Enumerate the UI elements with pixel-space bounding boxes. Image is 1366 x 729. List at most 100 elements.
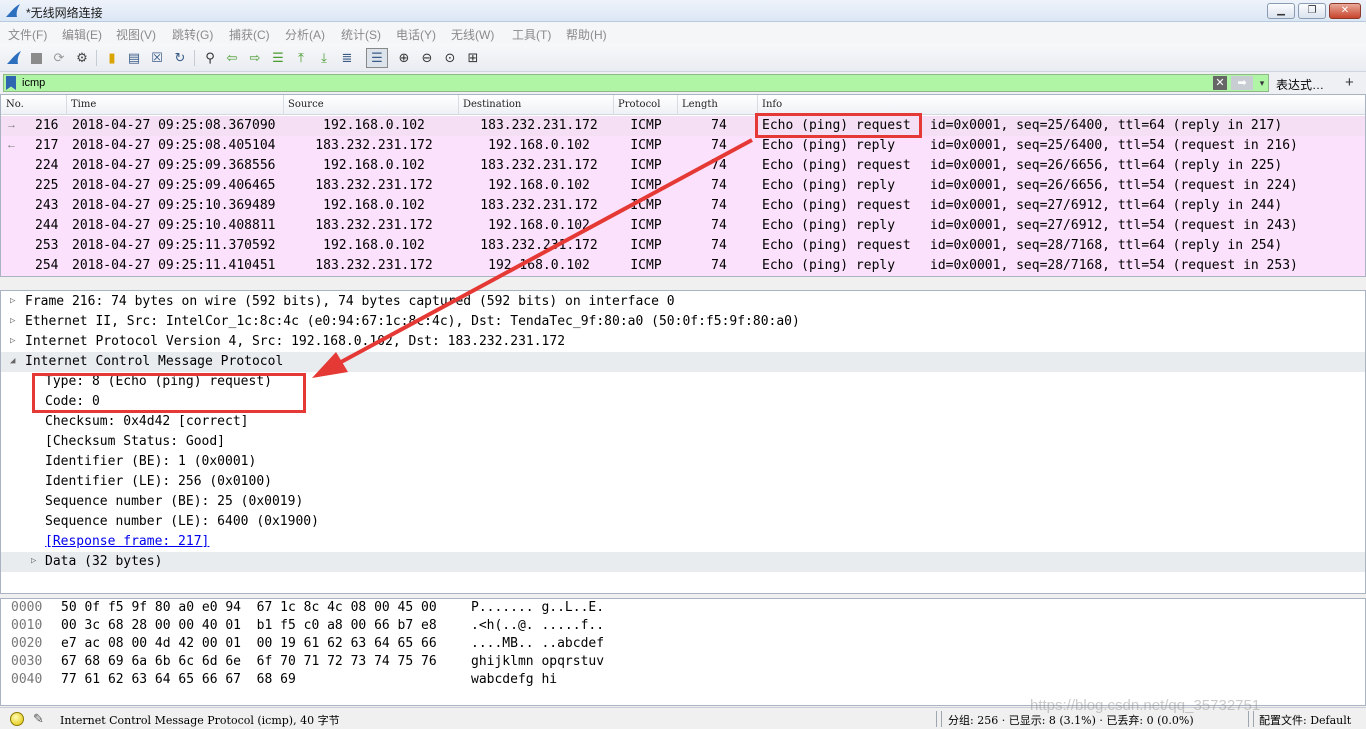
response-frame-link[interactable]: [Response frame: 217] xyxy=(45,534,209,549)
hex-dump-row[interactable]: 0000 50 0f f5 9f 80 a0 e0 94 67 1c 8c 4c … xyxy=(11,600,711,618)
packet-row[interactable]: → 216 2018-04-27 09:25:08.367090 192.168.0.… xyxy=(1,116,1365,136)
column-no[interactable]: No. xyxy=(6,99,24,110)
cell-source: 192.168.0.102 xyxy=(323,198,425,213)
menu-edit[interactable]: 编辑(E) xyxy=(62,26,102,43)
column-divider[interactable] xyxy=(66,95,67,115)
packet-row[interactable]: 244 2018-04-27 09:25:10.408811 183.232.231… xyxy=(1,216,1365,236)
expand-arrow-icon[interactable]: ▷ xyxy=(10,296,15,306)
restart-icon[interactable]: ⟳ xyxy=(51,50,67,66)
cell-info-detail: id=0x0001, seq=25/6400, ttl=54 (request … xyxy=(930,138,1298,153)
field-seq-le[interactable]: Sequence number (LE): 6400 (0x1900) xyxy=(1,512,1365,532)
zoom-out-icon[interactable]: ⊖ xyxy=(419,50,435,66)
packet-row[interactable]: 254 2018-04-27 09:25:11.410451 183.232.231… xyxy=(1,256,1365,276)
detail-text: Ethernet II, Src: IntelCor_1c:8c:4c (e0:… xyxy=(25,314,800,329)
hex-dump-row[interactable]: 0030 67 68 69 6a 6b 6c 6d 6e 6f 70 71 72 … xyxy=(11,654,711,672)
maximize-button[interactable]: ❐ xyxy=(1298,3,1326,19)
tree-ethernet[interactable]: ▷ Ethernet II, Src: IntelCor_1c:8c:4c (e0… xyxy=(1,312,1365,332)
column-divider[interactable] xyxy=(613,95,614,115)
cell-info-type: Echo (ping) reply xyxy=(762,258,896,273)
column-source[interactable]: Source xyxy=(288,99,324,110)
zoom-reset-icon[interactable]: ⊙ xyxy=(442,50,458,66)
close-button[interactable]: ✕ xyxy=(1329,3,1361,19)
resize-columns-icon[interactable]: ⊞ xyxy=(465,50,481,66)
field-response-frame[interactable]: [Response frame: 217] xyxy=(1,532,1365,552)
menu-go[interactable]: 跳转(G) xyxy=(172,26,213,43)
hex-dump-row[interactable]: 0020 e7 ac 08 00 4d 42 00 01 00 19 61 62 … xyxy=(11,636,711,654)
column-divider[interactable] xyxy=(283,95,284,115)
reload-icon[interactable]: ↻ xyxy=(172,50,188,66)
field-seq-be[interactable]: Sequence number (BE): 25 (0x0019) xyxy=(1,492,1365,512)
column-protocol[interactable]: Protocol xyxy=(618,99,660,110)
display-filter-input[interactable] xyxy=(22,75,1202,91)
tree-ipv4[interactable]: ▷ Internet Protocol Version 4, Src: 192.1… xyxy=(1,332,1365,352)
hex-offset: 0020 xyxy=(11,636,43,651)
tree-frame[interactable]: ▷ Frame 216: 74 bytes on wire (592 bits),… xyxy=(1,292,1365,312)
find-icon[interactable]: ⚲ xyxy=(202,50,218,66)
goto-packet-icon[interactable]: ☰ xyxy=(270,50,286,66)
packet-row[interactable]: 253 2018-04-27 09:25:11.370592 192.168.0.1… xyxy=(1,236,1365,256)
close-file-icon[interactable]: ☒ xyxy=(149,50,165,66)
menu-file[interactable]: 文件(F) xyxy=(8,26,47,43)
field-identifier-le[interactable]: Identifier (LE): 256 (0x0100) xyxy=(1,472,1365,492)
menu-tools[interactable]: 工具(T) xyxy=(512,26,551,43)
shark-fin-start-icon[interactable] xyxy=(6,50,22,66)
cell-length: 74 xyxy=(711,238,727,253)
tree-icmp[interactable]: ◢ Internet Control Message Protocol xyxy=(1,352,1365,372)
column-divider[interactable] xyxy=(677,95,678,115)
packet-row[interactable]: ← 217 2018-04-27 09:25:08.405104 183.232.23… xyxy=(1,136,1365,156)
packet-bytes: 0000 50 0f f5 9f 80 a0 e0 94 67 1c 8c 4c … xyxy=(0,598,1366,706)
menu-capture[interactable]: 捕获(C) xyxy=(229,26,270,43)
column-destination[interactable]: Destination xyxy=(463,99,521,110)
tree-data[interactable]: ▷ Data (32 bytes) xyxy=(1,552,1365,572)
toolbar-separator xyxy=(194,50,195,66)
capture-comment-icon[interactable]: ✎ xyxy=(33,711,44,727)
zoom-in-icon[interactable]: ⊕ xyxy=(396,50,412,66)
cell-source: 192.168.0.102 xyxy=(323,118,425,133)
column-time[interactable]: Time xyxy=(71,99,96,110)
forward-icon[interactable]: ⇨ xyxy=(247,50,263,66)
menu-analyze[interactable]: 分析(A) xyxy=(285,26,325,43)
column-divider[interactable] xyxy=(458,95,459,115)
back-icon[interactable]: ⇦ xyxy=(224,50,240,66)
collapse-arrow-icon[interactable]: ◢ xyxy=(10,356,15,366)
cell-protocol: ICMP xyxy=(630,118,662,133)
packet-details: ▷ Frame 216: 74 bytes on wire (592 bits),… xyxy=(0,290,1366,594)
column-info[interactable]: Info xyxy=(762,99,782,110)
save-file-icon[interactable]: ▤ xyxy=(126,50,142,66)
add-filter-button[interactable]: + xyxy=(1345,74,1354,91)
apply-filter-icon[interactable]: ➡ xyxy=(1231,76,1253,90)
column-divider[interactable] xyxy=(757,95,758,115)
packet-row[interactable]: 243 2018-04-27 09:25:10.369489 192.168.0.1… xyxy=(1,196,1365,216)
menu-view[interactable]: 视图(V) xyxy=(116,26,156,43)
open-file-icon[interactable]: ▮ xyxy=(104,50,120,66)
autoscroll-icon[interactable]: ≣ xyxy=(339,50,355,66)
column-length[interactable]: Length xyxy=(682,99,718,110)
menu-help[interactable]: 帮助(H) xyxy=(566,26,607,43)
minimize-button[interactable]: ▁ xyxy=(1267,3,1295,19)
profile-label[interactable]: 配置文件: Default xyxy=(1259,712,1351,728)
menu-telephony[interactable]: 电话(Y) xyxy=(396,26,436,43)
field-identifier-be[interactable]: Identifier (BE): 1 (0x0001) xyxy=(1,452,1365,472)
field-checksum-status[interactable]: [Checksum Status: Good] xyxy=(1,432,1365,452)
packet-row[interactable]: 224 2018-04-27 09:25:09.368556 192.168.0.1… xyxy=(1,156,1365,176)
first-packet-icon[interactable]: ⤒ xyxy=(293,50,309,66)
expert-info-icon[interactable] xyxy=(10,712,24,726)
expand-arrow-icon[interactable]: ▷ xyxy=(10,316,15,326)
filter-history-dropdown[interactable]: ▾ xyxy=(1256,76,1268,90)
expand-arrow-icon[interactable]: ▷ xyxy=(31,556,36,566)
bookmark-icon[interactable] xyxy=(6,76,16,90)
expand-arrow-icon[interactable]: ▷ xyxy=(10,336,15,346)
field-checksum[interactable]: Checksum: 0x4d42 [correct] xyxy=(1,412,1365,432)
colorize-icon[interactable]: ☰ xyxy=(366,48,388,68)
expression-button[interactable]: 表达式… xyxy=(1276,76,1324,93)
last-packet-icon[interactable]: ⤓ xyxy=(316,50,332,66)
hex-dump-row[interactable]: 0010 00 3c 68 28 00 00 40 01 b1 f5 c0 a8 … xyxy=(11,618,711,636)
stop-icon[interactable] xyxy=(28,50,44,66)
capture-options-icon[interactable]: ⚙ xyxy=(74,50,90,66)
packet-row[interactable]: 225 2018-04-27 09:25:09.406465 183.232.231… xyxy=(1,176,1365,196)
menu-statistics[interactable]: 统计(S) xyxy=(341,26,381,43)
clear-filter-icon[interactable]: ✕ xyxy=(1213,76,1227,90)
hex-dump-row[interactable]: 0040 77 61 62 63 64 65 66 67 68 69 wabcdef… xyxy=(11,672,711,690)
main-toolbar: ⟳ ⚙ ▮ ▤ ☒ ↻ ⚲ ⇦ ⇨ ☰ ⤒ ⤓ ≣ ☰ ⊕ ⊖ ⊙ ⊞ xyxy=(0,44,1366,72)
menu-wireless[interactable]: 无线(W) xyxy=(451,26,494,43)
